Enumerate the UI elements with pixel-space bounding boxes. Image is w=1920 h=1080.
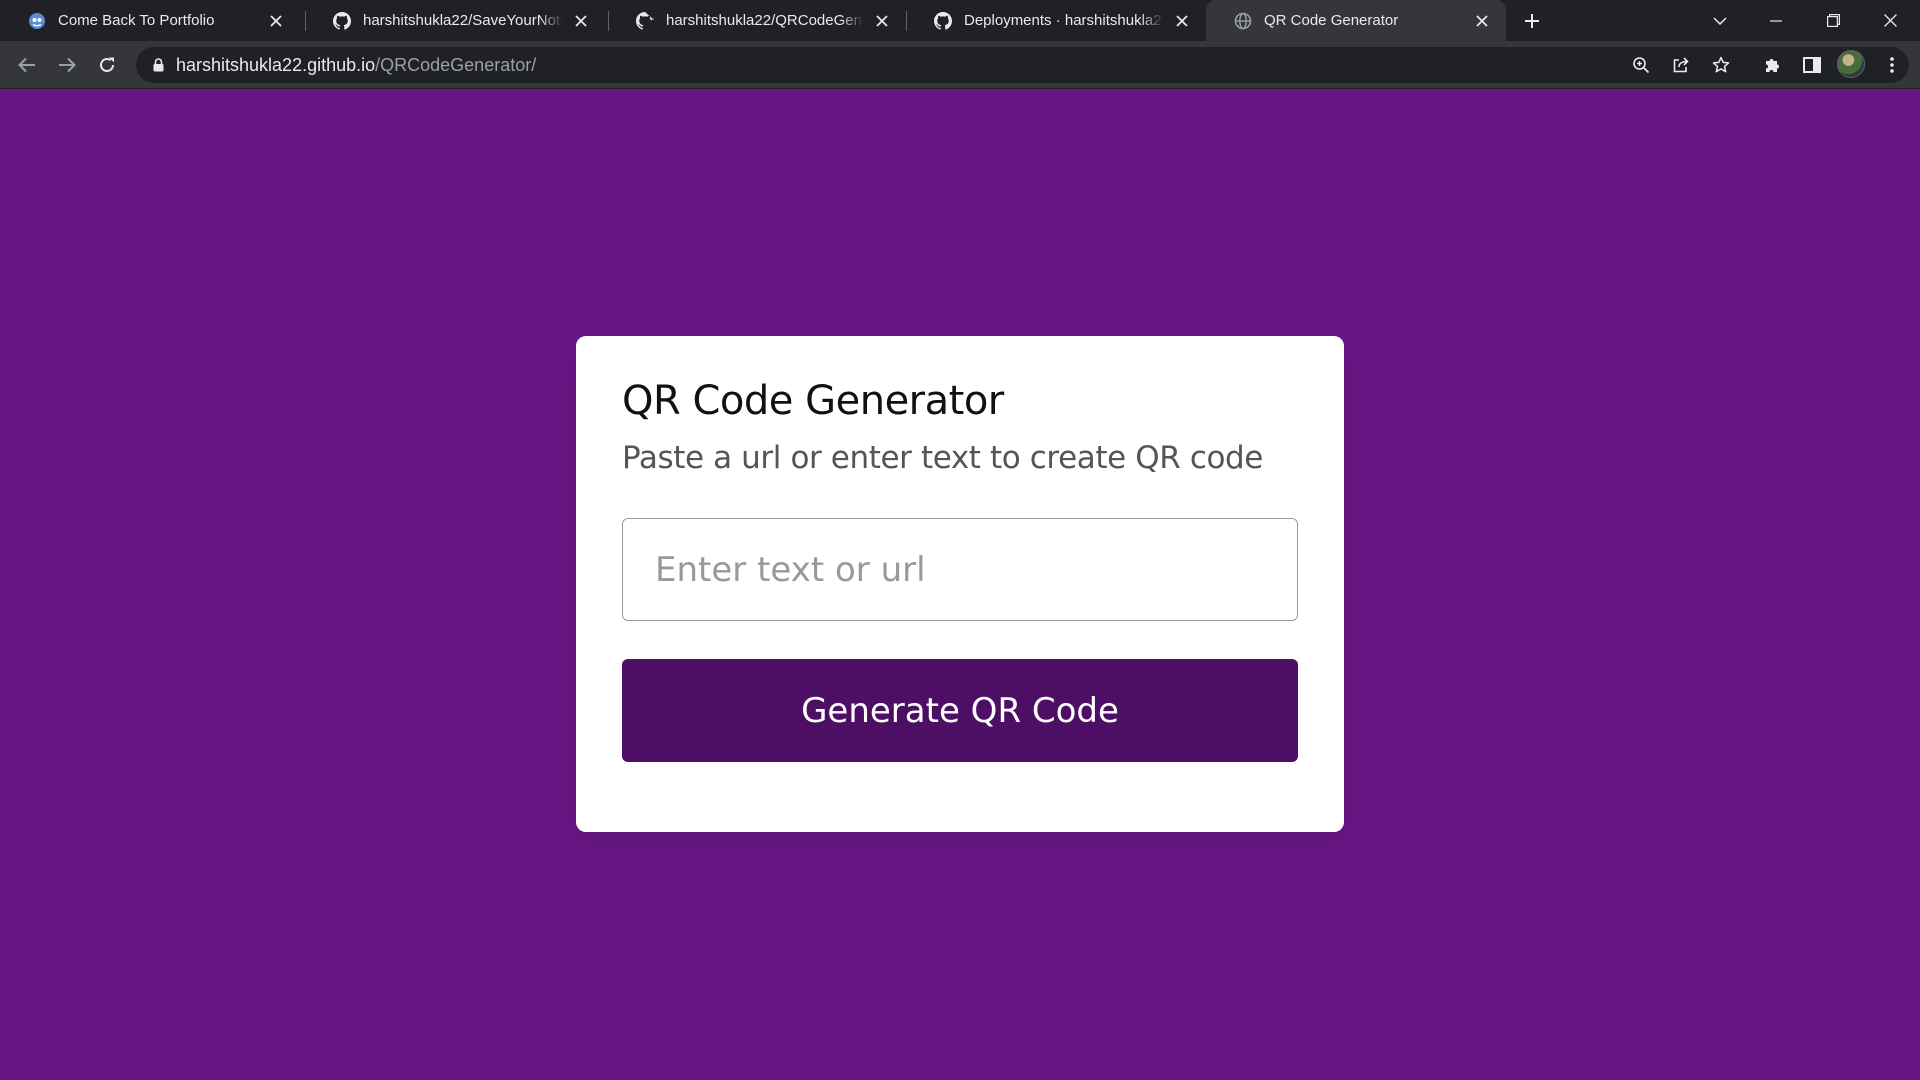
close-icon[interactable] [872, 11, 892, 31]
github-icon [333, 11, 351, 30]
qr-generator-card: QR Code Generator Paste a url or enter t… [576, 336, 1344, 832]
url-text[interactable]: harshitshukla22.github.io/QRCodeGenerato… [176, 55, 536, 76]
new-tab-button[interactable] [1518, 8, 1546, 34]
tab-title: harshitshukla22/QRCodeGenerat [666, 12, 864, 29]
zoom-icon[interactable] [1625, 49, 1657, 81]
tab-title: harshitshukla22/SaveYourNotes [363, 12, 563, 29]
portfolio-favicon-icon [28, 12, 46, 30]
minimize-icon [1770, 19, 1782, 22]
close-icon [1883, 14, 1897, 27]
arrow-left-icon [18, 57, 35, 73]
address-bar[interactable]: harshitshukla22.github.io/QRCodeGenerato… [136, 47, 1909, 83]
menu-button[interactable] [1876, 49, 1908, 81]
profile-avatar[interactable] [1837, 50, 1865, 78]
tab-title: QR Code Generator [1264, 12, 1399, 29]
forward-button[interactable] [51, 49, 83, 81]
tab-qrcodegenerator-repo[interactable]: harshitshukla22/QRCodeGenerat [608, 0, 906, 41]
close-icon[interactable] [1172, 11, 1192, 31]
tab-title: Come Back To Portfolio [58, 12, 215, 29]
puzzle-icon [1766, 59, 1779, 72]
url-host: harshitshukla22.github.io [176, 54, 376, 75]
globe-icon [1234, 12, 1252, 30]
page-title: QR Code Generator [622, 378, 1004, 424]
more-vertical-icon [1890, 57, 1894, 73]
side-panel-icon [1803, 57, 1821, 73]
github-icon [934, 11, 952, 30]
lock-icon[interactable] [150, 57, 166, 73]
close-window-button[interactable] [1862, 0, 1918, 41]
extensions-button[interactable] [1756, 49, 1788, 81]
star-icon[interactable] [1705, 49, 1737, 81]
text-url-input[interactable] [622, 518, 1298, 621]
github-icon [636, 11, 654, 30]
page-subtitle: Paste a url or enter text to create QR c… [622, 440, 1263, 476]
page-background: QR Code Generator Paste a url or enter t… [0, 89, 1920, 1080]
tab-strip: Come Back To Portfolio harshitshukla22/S… [0, 0, 1920, 41]
generate-qr-button[interactable]: Generate QR Code [622, 659, 1298, 762]
chevron-down-icon [1713, 16, 1727, 25]
browser-toolbar: harshitshukla22.github.io/QRCodeGenerato… [0, 41, 1920, 89]
close-icon[interactable] [1472, 11, 1492, 31]
tab-qr-code-generator[interactable]: QR Code Generator [1206, 0, 1506, 41]
minimize-button[interactable] [1748, 0, 1804, 41]
tab-portfolio[interactable]: Come Back To Portfolio [0, 0, 300, 41]
url-path: /QRCodeGenerator/ [375, 54, 537, 75]
tab-saveyournotes[interactable]: harshitshukla22/SaveYourNotes [305, 0, 605, 41]
tab-title: Deployments · harshitshukla22/Q [964, 12, 1164, 29]
close-icon[interactable] [571, 11, 591, 31]
share-icon[interactable] [1665, 49, 1697, 81]
arrow-right-icon [59, 57, 76, 73]
plus-icon [1525, 14, 1539, 28]
restore-icon [1826, 14, 1840, 27]
reload-button[interactable] [91, 49, 123, 81]
tab-deployments[interactable]: Deployments · harshitshukla22/Q [906, 0, 1206, 41]
restore-button[interactable] [1805, 0, 1861, 41]
reload-icon [100, 57, 114, 72]
side-panel-button[interactable] [1796, 49, 1828, 81]
close-icon[interactable] [266, 11, 286, 31]
back-button[interactable] [11, 49, 43, 81]
tab-search-button[interactable] [1692, 0, 1748, 41]
